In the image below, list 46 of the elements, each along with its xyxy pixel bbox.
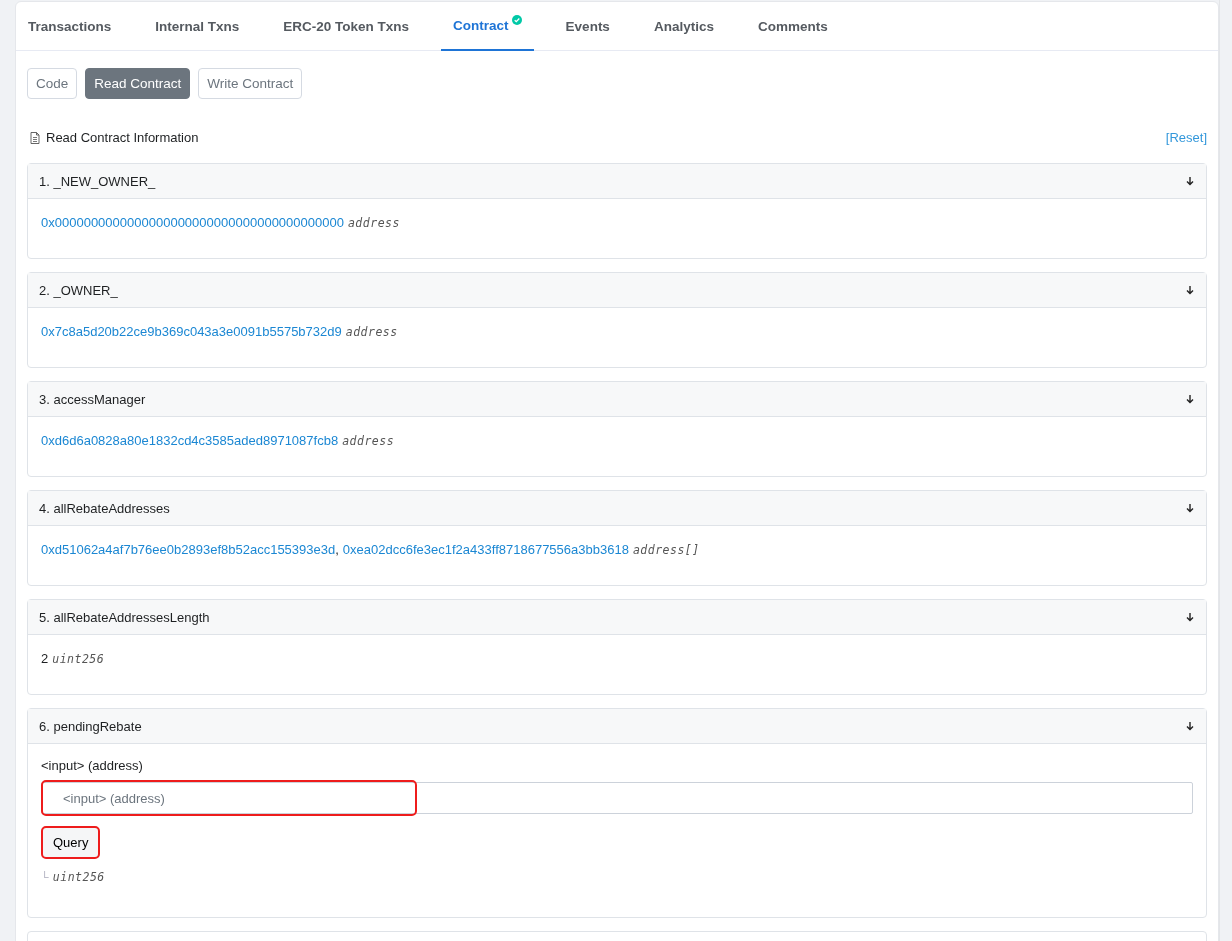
query-button[interactable]: Query xyxy=(41,826,101,859)
panel-header[interactable]: 5. allRebateAddressesLength xyxy=(28,600,1207,635)
down-arrow-icon xyxy=(1185,721,1196,731)
tab[interactable]: Analytics xyxy=(641,2,726,50)
address-input-field[interactable]: <input> (address) xyxy=(41,782,1194,814)
function-name: 1. _NEW_OWNER_ xyxy=(39,173,156,189)
input-label: <input> (address) xyxy=(41,758,144,773)
tab[interactable]: Events xyxy=(553,2,622,50)
address-link[interactable]: 0xea02dcc6fe3ec1f2a433ff8718677556a3bb3618 xyxy=(342,542,629,557)
function-name: 5. allRebateAddressesLength xyxy=(39,609,210,625)
function-name: 3. accessManager xyxy=(39,391,146,407)
address-link[interactable]: 0xd6d6a0828a80e1832cd4c3585aded8971087fcb8 xyxy=(41,433,339,448)
tab[interactable]: Comments xyxy=(745,2,840,50)
sub-tab[interactable]: Code xyxy=(27,68,78,99)
panel-header[interactable]: 1. _NEW_OWNER_ xyxy=(28,164,1207,199)
address-link[interactable]: 0x0000000000000000000000000000000000000000 xyxy=(41,215,344,230)
separator: , xyxy=(335,542,339,557)
return-value: 2 xyxy=(41,651,49,666)
tab[interactable]: ERC-20 Token Txns xyxy=(271,2,422,50)
return-type: address xyxy=(345,325,398,339)
return-type: uint256 xyxy=(52,652,105,666)
tab[interactable]: Internal Txns xyxy=(143,2,252,50)
down-arrow-icon xyxy=(1185,394,1196,404)
panel-header[interactable]: 2. _OWNER_ xyxy=(28,273,1207,308)
return-type: address xyxy=(342,434,395,448)
down-arrow-icon xyxy=(1185,503,1196,513)
panel-header[interactable]: 6. pendingRebate xyxy=(28,709,1207,744)
panel-header[interactable]: 4. allRebateAddresses xyxy=(28,491,1207,526)
section-title: Read Contract Information xyxy=(46,130,199,145)
tab[interactable]: Contract xyxy=(441,2,534,51)
tab[interactable]: Transactions xyxy=(16,2,124,50)
return-type: address[] xyxy=(632,543,700,557)
panel-header[interactable]: 3. accessManager xyxy=(28,382,1207,417)
function-name: 2. _OWNER_ xyxy=(39,282,118,298)
sub-tab[interactable]: Read Contract xyxy=(85,68,191,99)
return-type: uint256 xyxy=(52,870,105,884)
result-indicator: └ xyxy=(41,871,49,883)
function-name: 6. pendingRebate xyxy=(39,718,142,734)
down-arrow-icon xyxy=(1185,176,1196,186)
down-arrow-icon xyxy=(1185,285,1196,295)
document-icon xyxy=(30,131,40,144)
return-type: address xyxy=(347,216,400,230)
down-arrow-icon xyxy=(1185,612,1196,622)
address-link[interactable]: 0x7c8a5d20b22ce9b369c043a3e0091b5575b732d9 xyxy=(41,324,342,339)
function-name: 4. allRebateAddresses xyxy=(39,500,170,516)
sub-tab[interactable]: Write Contract xyxy=(198,68,303,99)
